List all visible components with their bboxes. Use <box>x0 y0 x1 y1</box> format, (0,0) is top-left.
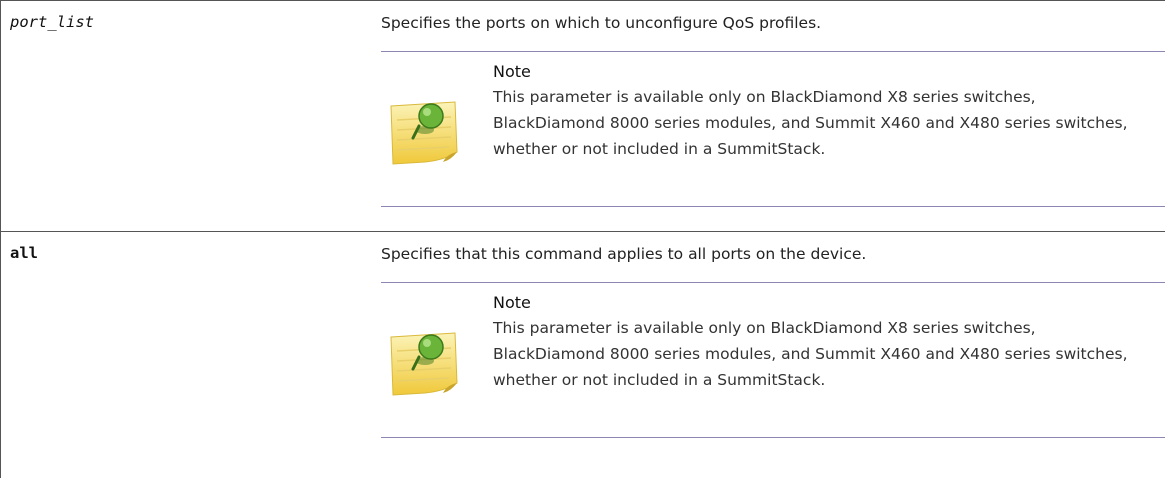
note-title: Note <box>493 62 531 81</box>
parameter-name-cell: port_list <box>1 1 367 231</box>
parameter-description-cell: Specifies that this command applies to a… <box>367 232 1165 478</box>
note-body: This parameter is available only on Blac… <box>493 88 1128 158</box>
table-row: port_list Specifies the ports on which t… <box>1 1 1165 232</box>
note-block: Note This parameter is available only on… <box>381 51 1165 207</box>
note-block: Note This parameter is available only on… <box>381 282 1165 438</box>
note-title: Note <box>493 293 531 312</box>
parameter-description-cell: Specifies the ports on which to unconfig… <box>367 1 1165 231</box>
note-body: This parameter is available only on Blac… <box>493 319 1128 389</box>
parameter-name: port_list <box>10 13 94 31</box>
parameter-table: port_list Specifies the ports on which t… <box>0 0 1165 478</box>
note-content: Note This parameter is available only on… <box>493 291 1133 393</box>
table-row: all Specifies that this command applies … <box>1 232 1165 478</box>
note-content: Note This parameter is available only on… <box>493 60 1133 162</box>
parameter-description: Specifies that this command applies to a… <box>381 245 867 263</box>
parameter-name: all <box>10 244 38 262</box>
pushpin-note-icon <box>390 332 458 396</box>
parameter-description: Specifies the ports on which to unconfig… <box>381 14 822 32</box>
pushpin-note-icon <box>390 101 458 165</box>
parameter-name-cell: all <box>1 232 367 478</box>
